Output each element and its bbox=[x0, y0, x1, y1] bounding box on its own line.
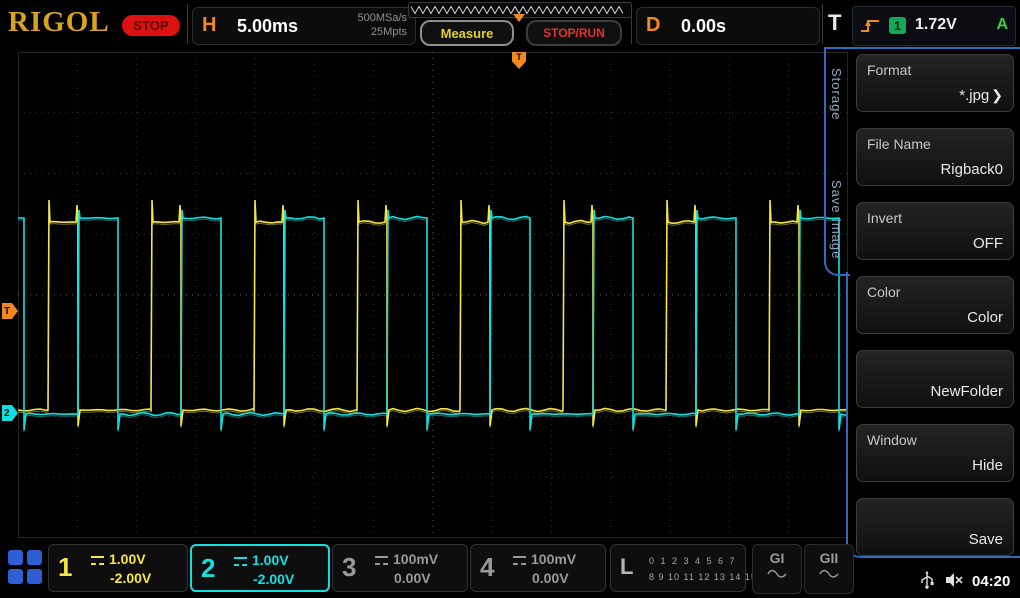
channel-scale: 1.00V bbox=[109, 551, 146, 567]
menu-item-label: Invert bbox=[867, 210, 1003, 226]
tab-save-image[interactable]: Save Image bbox=[829, 180, 844, 259]
rigol-logo: RIGOL bbox=[8, 6, 110, 39]
dc-coupling-icon bbox=[91, 556, 104, 565]
source2-box[interactable]: GII bbox=[804, 544, 854, 594]
channel-number: 4 bbox=[480, 552, 494, 583]
source2-label: GII bbox=[805, 550, 853, 566]
menu-panel-outline bbox=[824, 47, 1020, 49]
menu-item-window[interactable]: Window Hide bbox=[856, 424, 1014, 482]
run-state-badge: STOP bbox=[122, 15, 180, 36]
stop-run-button[interactable]: STOP/RUN bbox=[526, 20, 622, 46]
channel-offset: -2.00V bbox=[110, 570, 151, 586]
trigger-settings-box[interactable]: 1 1.72V A bbox=[852, 6, 1016, 46]
sample-rate: 500MSa/s bbox=[357, 11, 407, 25]
sine-wave-icon bbox=[766, 569, 788, 579]
dc-coupling-icon bbox=[234, 557, 247, 566]
divider bbox=[822, 4, 823, 44]
channel-1-box[interactable]: 1 1.00V -2.00V bbox=[48, 544, 188, 592]
menu-item-file-name[interactable]: File Name Rigback0 bbox=[856, 128, 1014, 186]
horizontal-settings-box[interactable]: H 5.00ms 500MSa/s 25Mpts bbox=[192, 7, 416, 45]
delay-settings-box[interactable]: D 0.00s bbox=[636, 7, 820, 45]
logic-channels-box[interactable]: L 0 1 2 3 4 5 6 7 8 9 10 11 12 13 14 15 bbox=[610, 544, 746, 592]
menu-item-value: Color bbox=[967, 309, 1003, 326]
channel-number: 1 bbox=[58, 552, 72, 583]
trigger-slope-icon bbox=[859, 16, 881, 36]
waveform-display bbox=[18, 52, 848, 538]
menu-grid-icon[interactable] bbox=[8, 550, 42, 584]
memory-trigger-marker[interactable] bbox=[513, 14, 525, 22]
oscilloscope-screen: RIGOL STOP H 5.00ms 500MSa/s 25Mpts Meas… bbox=[0, 0, 1020, 598]
memory-depth: 25Mpts bbox=[357, 25, 407, 39]
speaker-muted-icon bbox=[944, 570, 964, 590]
menu-item-label: File Name bbox=[867, 136, 1003, 152]
measure-button[interactable]: Measure bbox=[420, 20, 514, 46]
channel-scale: 1.00V bbox=[252, 552, 289, 568]
dc-coupling-icon bbox=[375, 556, 388, 565]
horizontal-label: H bbox=[202, 14, 216, 37]
clock-display: 04:20 bbox=[972, 573, 1010, 590]
menu-item-value: Save bbox=[969, 531, 1003, 548]
trigger-source-badge: 1 bbox=[889, 17, 906, 34]
menu-item-format[interactable]: Format *.jpg ❯ bbox=[856, 54, 1014, 112]
timebase-value: 5.00ms bbox=[237, 16, 298, 37]
trigger-mode: A bbox=[996, 16, 1008, 34]
channel2-ground-marker[interactable]: 2 bbox=[2, 405, 18, 421]
menu-item-value: *.jpg bbox=[959, 87, 989, 104]
menu-item-label: Color bbox=[867, 284, 1003, 300]
menu-item-save[interactable]: Save bbox=[856, 498, 1014, 556]
menu-item-value: Rigback0 bbox=[940, 161, 1003, 178]
channel-4-box[interactable]: 4 100mV 0.00V bbox=[470, 544, 606, 592]
logic-channels-row1: 0 1 2 3 4 5 6 7 bbox=[649, 553, 757, 569]
source1-label: GI bbox=[753, 550, 801, 566]
divider bbox=[187, 4, 188, 44]
channel-number: 3 bbox=[342, 552, 356, 583]
menu-item-value: Hide bbox=[972, 457, 1003, 474]
source1-box[interactable]: GI bbox=[752, 544, 802, 594]
channel-scale: 100mV bbox=[531, 551, 576, 567]
menu-item-color[interactable]: Color Color bbox=[856, 276, 1014, 334]
chevron-right-icon: ❯ bbox=[991, 87, 1003, 104]
menu-item-value: OFF bbox=[973, 235, 1003, 252]
channel-offset: 0.00V bbox=[394, 570, 431, 586]
storage-menu: Format *.jpg ❯ File Name Rigback0 Invert… bbox=[856, 54, 1014, 556]
logic-label: L bbox=[620, 554, 633, 580]
menu-item-label: Format bbox=[867, 62, 1003, 78]
channel-offset: -2.00V bbox=[253, 571, 294, 587]
logic-channels-row2: 8 9 10 11 12 13 14 15 bbox=[649, 569, 757, 585]
divider bbox=[631, 4, 632, 44]
channel-scale: 100mV bbox=[393, 551, 438, 567]
menu-item-label: Window bbox=[867, 432, 1003, 448]
delay-value: 0.00s bbox=[681, 16, 726, 37]
menu-item-new-folder[interactable]: NewFolder bbox=[856, 350, 1014, 408]
tab-storage[interactable]: Storage bbox=[829, 68, 844, 121]
trigger-level-marker[interactable]: T bbox=[2, 303, 18, 319]
menu-item-invert[interactable]: Invert OFF bbox=[856, 202, 1014, 260]
usb-icon bbox=[920, 570, 934, 590]
channel-3-box[interactable]: 3 100mV 0.00V bbox=[332, 544, 468, 592]
delay-label: D bbox=[646, 14, 660, 37]
sine-wave-icon bbox=[818, 569, 840, 579]
channel-number: 2 bbox=[201, 553, 215, 584]
dc-coupling-icon bbox=[513, 556, 526, 565]
menu-item-value: NewFolder bbox=[930, 383, 1003, 400]
trigger-level-value: 1.72V bbox=[915, 16, 957, 34]
trigger-label: T bbox=[828, 10, 841, 36]
channel-2-box[interactable]: 2 1.00V -2.00V bbox=[190, 544, 330, 592]
channel-offset: 0.00V bbox=[532, 570, 569, 586]
